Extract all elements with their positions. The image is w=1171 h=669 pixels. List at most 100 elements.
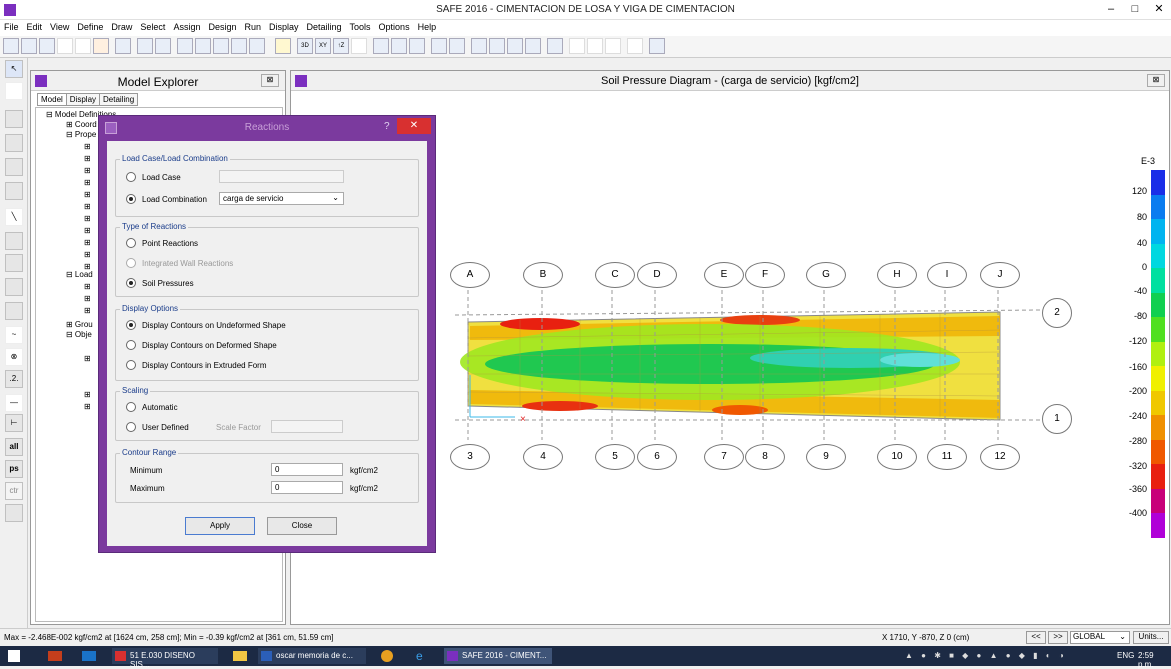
scaling-group-label: Scaling — [120, 386, 151, 395]
legend-tick: -280 — [1128, 436, 1147, 446]
edge-icon[interactable]: e — [416, 650, 428, 662]
units-button[interactable]: Units... — [1133, 631, 1169, 644]
user-defined-label: User Defined — [142, 422, 189, 432]
dialog-close-button[interactable]: ✕ — [397, 118, 431, 134]
legend-color-swatch — [1151, 194, 1165, 220]
apply-button[interactable]: Apply — [185, 517, 255, 535]
load-case-label: Load Case — [142, 172, 181, 182]
grid-bubble-12[interactable]: 12 — [980, 444, 1020, 470]
legend-tick: 0 — [1141, 262, 1147, 272]
taskbar-item-safe[interactable]: SAFE 2016 - CIMENT... — [444, 648, 552, 664]
powerpoint-icon[interactable] — [48, 651, 62, 661]
contour-range-group: Contour Range Minimum 0 kgf/cm2 Maximum … — [115, 448, 419, 503]
soil-pressures-radio[interactable] — [126, 278, 136, 288]
grid-bubble-J[interactable]: J — [980, 262, 1020, 288]
grid-bubble-10[interactable]: 10 — [877, 444, 917, 470]
grid-bubble-3[interactable]: 3 — [450, 444, 490, 470]
legend-tick: -200 — [1128, 386, 1147, 396]
grid-bubble-D[interactable]: D — [637, 262, 677, 288]
grid-bubble-11[interactable]: 11 — [927, 444, 967, 470]
automatic-radio[interactable] — [126, 402, 136, 412]
scaling-group: Scaling Automatic User Defined Scale Fac… — [115, 386, 419, 441]
legend-color-swatch — [1151, 513, 1165, 538]
task-label: 51 E.030 DISENO SIS... — [130, 651, 195, 669]
grid-bubble-I[interactable]: I — [927, 262, 967, 288]
chevron-down-icon: ⌄ — [332, 193, 339, 202]
outlook-icon[interactable] — [82, 651, 96, 661]
legend-color-bar — [1151, 170, 1165, 538]
legend-color-swatch — [1151, 341, 1165, 367]
user-defined-radio[interactable] — [126, 422, 136, 432]
extruded-radio[interactable] — [126, 360, 136, 370]
system-clock[interactable]: 2:59 p.m. — [1138, 651, 1171, 669]
grid-bubble-G[interactable]: G — [806, 262, 846, 288]
grid-bubble-E[interactable]: E — [704, 262, 744, 288]
taskbar-item-pdf[interactable]: 51 E.030 DISENO SIS... — [112, 648, 218, 669]
grid-bubble-B[interactable]: B — [523, 262, 563, 288]
windows-start-icon[interactable] — [8, 650, 20, 662]
previous-story-button[interactable]: << — [1026, 631, 1046, 644]
load-combination-select[interactable]: carga de servicio ⌄ — [219, 192, 344, 205]
windows-taskbar: 51 E.030 DISENO SIS... oscar memoria de … — [0, 646, 1171, 669]
deformed-option[interactable]: Display Contours on Deformed Shape — [126, 340, 277, 350]
load-case-group: Load Case/Load Combination Load Case Loa… — [115, 154, 419, 217]
dialog-help-button[interactable]: ? — [384, 121, 390, 132]
extruded-option[interactable]: Display Contours in Extruded Form — [126, 360, 267, 370]
grid-bubble-1[interactable]: 1 — [1042, 404, 1072, 434]
legend-color-swatch — [1151, 292, 1165, 318]
maximum-input[interactable]: 0 — [271, 481, 343, 494]
next-story-button[interactable]: >> — [1048, 631, 1068, 644]
load-case-option[interactable]: Load Case — [126, 172, 181, 182]
point-reactions-radio[interactable] — [126, 238, 136, 248]
chrome-icon[interactable] — [381, 650, 393, 662]
legend-color-swatch — [1151, 317, 1165, 342]
soil-pressures-option[interactable]: Soil Pressures — [126, 278, 194, 288]
grid-bubble-6[interactable]: 6 — [637, 444, 677, 470]
scale-factor-label: Scale Factor — [216, 423, 261, 432]
reaction-type-group: Type of Reactions Point Reactions Integr… — [115, 222, 419, 297]
minimum-input[interactable]: 0 — [271, 463, 343, 476]
input-language[interactable]: ENG — [1117, 651, 1134, 660]
point-reactions-option[interactable]: Point Reactions — [126, 238, 198, 248]
display-options-group-label: Display Options — [120, 304, 181, 313]
system-tray-icons[interactable]: ▲ ● ✱ ■ ◆ ● ▲ ● ◆ ▮ ◐ ◑ — [905, 651, 1115, 660]
undeformed-option[interactable]: Display Contours on Undeformed Shape — [126, 320, 286, 330]
grid-bubble-F[interactable]: F — [745, 262, 785, 288]
grid-bubble-4[interactable]: 4 — [523, 444, 563, 470]
grid-bubble-H[interactable]: H — [877, 262, 917, 288]
reactions-dialog: Reactions ? ✕ Load Case/Load Combination… — [98, 115, 436, 553]
grid-bubble-2[interactable]: 2 — [1042, 298, 1072, 328]
legend-tick: 120 — [1131, 186, 1147, 196]
coordinate-system-select[interactable]: GLOBAL ⌄ — [1070, 631, 1130, 644]
legend-color-swatch — [1151, 268, 1165, 293]
grid-bubble-9[interactable]: 9 — [806, 444, 846, 470]
grid-bubble-5[interactable]: 5 — [595, 444, 635, 470]
grid-bubble-C[interactable]: C — [595, 262, 635, 288]
grid-bubble-8[interactable]: 8 — [745, 444, 785, 470]
automatic-option[interactable]: Automatic — [126, 402, 178, 412]
legend-color-swatch — [1151, 366, 1165, 391]
legend-exponent: E-3 — [1141, 156, 1156, 166]
grid-bubble-A[interactable]: A — [450, 262, 490, 288]
file-explorer-icon[interactable] — [233, 651, 247, 661]
reaction-type-group-label: Type of Reactions — [120, 222, 189, 231]
load-case-radio[interactable] — [126, 172, 136, 182]
maximum-label: Maximum — [130, 484, 165, 493]
minimum-label: Minimum — [130, 466, 163, 475]
taskbar-item-word[interactable]: oscar memoria de c... — [258, 648, 366, 664]
undeformed-label: Display Contours on Undeformed Shape — [142, 320, 286, 330]
load-combination-radio[interactable] — [126, 194, 136, 204]
grid-bubble-7[interactable]: 7 — [704, 444, 744, 470]
undeformed-radio[interactable] — [126, 320, 136, 330]
load-combination-label: Load Combination — [142, 194, 207, 204]
load-combination-option[interactable]: Load Combination — [126, 194, 207, 204]
close-button[interactable]: Close — [267, 517, 337, 535]
legend-tick: -360 — [1128, 484, 1147, 494]
contour-zone — [880, 353, 960, 367]
user-defined-option[interactable]: User Defined — [126, 422, 189, 432]
deformed-radio[interactable] — [126, 340, 136, 350]
task-label: SAFE 2016 - CIMENT... — [462, 651, 547, 660]
point-reactions-label: Point Reactions — [142, 238, 199, 248]
status-coordinates: X 1710, Y -870, Z 0 (cm) — [882, 633, 970, 642]
contour-hotspot — [500, 318, 580, 330]
